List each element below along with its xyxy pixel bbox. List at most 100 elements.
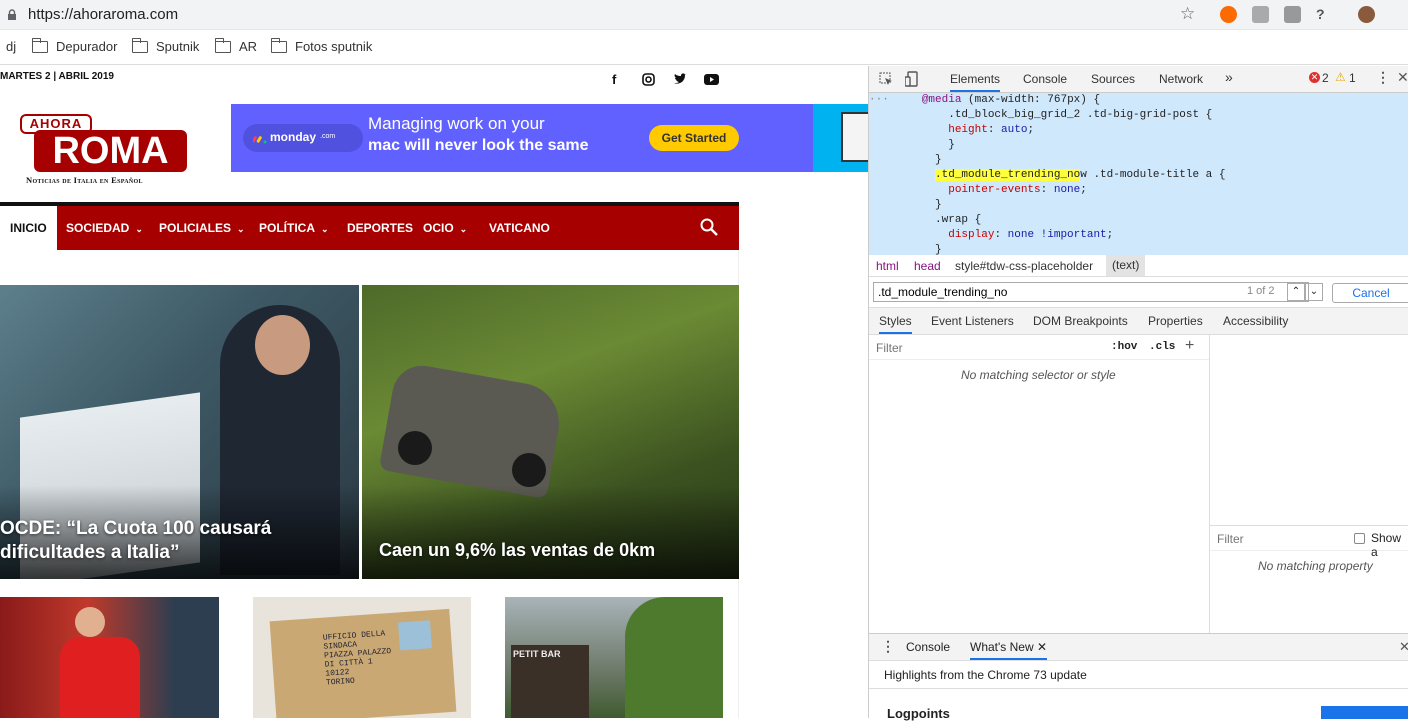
chevron-down-icon: ⌄	[459, 224, 468, 234]
bookmark-label: AR	[239, 39, 258, 54]
show-all-checkbox[interactable]	[1354, 533, 1365, 544]
chevron-down-icon: ⌄	[237, 224, 245, 234]
tab-dom-breakpoints[interactable]: DOM Breakpoints	[1033, 314, 1128, 328]
code-token: }	[935, 244, 942, 255]
nav-label: SOCIEDAD	[66, 221, 130, 235]
thumbnail-ferrari[interactable]	[0, 597, 219, 718]
bookmark-ar[interactable]: AR	[214, 37, 258, 54]
computed-filter-row: Show a	[1210, 525, 1408, 559]
tab-elements[interactable]: Elements	[950, 72, 1001, 92]
chevron-down-icon: ⌄	[321, 224, 329, 234]
tab-console[interactable]: Console	[1023, 72, 1067, 86]
search-icon[interactable]	[700, 218, 718, 236]
bookmark-star-icon[interactable]: ☆	[1180, 4, 1195, 24]
computed-filter-input[interactable]	[1214, 530, 1334, 548]
tab-properties[interactable]: Properties	[1148, 314, 1203, 328]
code-token: (max-width: 767px) {	[968, 94, 1101, 106]
no-property-message: No matching property	[1258, 559, 1373, 573]
featured-title-2: Caen un 9,6% las ventas de 0km	[379, 540, 656, 560]
site-logo[interactable]: AHORA ROMA Noticias de Italia en Español	[20, 114, 195, 188]
nav-item-inicio[interactable]: INICIO	[0, 206, 57, 250]
tree-image	[625, 597, 723, 718]
featured-title-1: OCDE: “La Cuota 100 causará dificultades…	[0, 517, 271, 565]
error-count[interactable]: 2	[1322, 71, 1329, 85]
twitter-icon[interactable]	[673, 73, 687, 85]
package-label: UFFICIO DELLA SINDACA PIAZZA PALAZZO DI …	[323, 629, 394, 687]
tab-event-listeners[interactable]: Event Listeners	[931, 314, 1014, 328]
crumb-text[interactable]: (text)	[1106, 255, 1146, 276]
extension-question-icon[interactable]: ?	[1316, 6, 1333, 23]
find-next-icon[interactable]: ⌄	[1305, 283, 1323, 301]
drawer-tab-console[interactable]: Console	[906, 640, 950, 654]
warning-count[interactable]: 1	[1349, 71, 1356, 85]
nav-item-politica[interactable]: POLÍTICA ⌄	[259, 206, 329, 250]
add-rule-icon[interactable]: +	[1185, 337, 1194, 355]
code-token: none !important	[1007, 229, 1107, 241]
profile-avatar[interactable]	[1358, 6, 1375, 23]
ad-line-2: mac will never look the same	[368, 137, 589, 154]
crumb-style[interactable]: style#tdw-css-placeholder	[955, 259, 1093, 273]
device-toolbar-icon[interactable]	[905, 71, 919, 87]
tab-network[interactable]: Network	[1159, 72, 1203, 86]
bookmark-sputnik[interactable]: Sputnik	[131, 37, 199, 54]
facebook-icon[interactable]: f	[612, 72, 616, 87]
bookmark-dj[interactable]: dj	[6, 39, 16, 54]
close-tab-icon[interactable]: ✕	[1037, 640, 1047, 654]
car-wheel	[398, 431, 432, 465]
tab-label: What's New	[970, 640, 1034, 654]
ad-cta-button[interactable]: Get Started	[649, 125, 739, 151]
advertisement-banner[interactable]: monday .com Managing work on your mac wi…	[231, 104, 868, 172]
code-token: auto	[1001, 124, 1028, 136]
youtube-icon[interactable]	[704, 74, 719, 85]
extension-fire-icon[interactable]	[1220, 6, 1237, 23]
featured-article-ventas[interactable]: Caen un 9,6% las ventas de 0km	[362, 285, 739, 579]
nav-item-deportes[interactable]: DEPORTES	[347, 206, 413, 250]
tab-sources[interactable]: Sources	[1091, 72, 1135, 86]
hov-toggle[interactable]: :hov	[1111, 341, 1137, 353]
find-bar: 1 of 2 ⌃ ⌄ Cancel	[869, 278, 1408, 308]
code-token: }	[935, 199, 942, 211]
inspect-element-icon[interactable]	[879, 72, 893, 86]
featured-article-ocde[interactable]: OCDE: “La Cuota 100 causará dificultades…	[0, 285, 359, 579]
nav-item-policiales[interactable]: POLICIALES ⌄	[159, 206, 245, 250]
folder-icon	[270, 37, 287, 53]
thumbnail-package[interactable]: UFFICIO DELLA SINDACA PIAZZA PALAZZO DI …	[253, 597, 471, 718]
ad-laptop-image	[813, 104, 868, 172]
package-image: UFFICIO DELLA SINDACA PIAZZA PALAZZO DI …	[269, 608, 457, 718]
bookmark-depurador[interactable]: Depurador	[31, 37, 118, 54]
bookmark-fotos-sputnik[interactable]: Fotos sputnik	[270, 37, 372, 54]
find-previous-icon[interactable]: ⌃	[1287, 283, 1305, 301]
nav-item-ocio[interactable]: OCIO ⌄	[423, 206, 467, 250]
url-text[interactable]: https://ahoraroma.com	[28, 6, 178, 23]
cls-toggle[interactable]: .cls	[1149, 341, 1175, 353]
extension-slow-icon[interactable]	[1252, 6, 1269, 23]
kebab-menu-icon[interactable]: ⋮	[1376, 69, 1390, 86]
find-input[interactable]	[873, 282, 1309, 302]
web-page: MARTES 2 | ABRIL 2019 f AHORA ROMA Notic…	[0, 66, 868, 718]
instagram-icon[interactable]	[642, 73, 655, 86]
code-token: w .td-module-title a {	[1080, 169, 1226, 181]
drawer-tab-whats-new[interactable]: What's New ✕	[970, 640, 1048, 660]
thumbnail-street[interactable]: PETIT BAR	[505, 597, 723, 718]
crumb-html[interactable]: html	[876, 259, 899, 273]
monday-logo-icon	[251, 131, 267, 144]
crumb-head[interactable]: head	[914, 259, 941, 273]
driver-face	[75, 607, 105, 637]
tab-styles[interactable]: Styles	[879, 314, 912, 334]
nav-item-sociedad[interactable]: SOCIEDAD ⌄	[66, 206, 143, 250]
nav-item-vaticano[interactable]: VATICANO	[489, 206, 550, 250]
styles-filter-input[interactable]	[871, 339, 1101, 357]
extension-gray-icon[interactable]	[1284, 6, 1301, 23]
code-token: .wrap {	[935, 214, 982, 226]
bookmark-label: Depurador	[56, 39, 118, 54]
more-tabs-icon[interactable]: »	[1225, 69, 1233, 85]
tab-accessibility[interactable]: Accessibility	[1223, 314, 1288, 328]
elements-source[interactable]: ··· @media (max-width: 767px) { .td_bloc…	[869, 93, 1408, 255]
drawer-close-icon[interactable]: ✕	[1399, 639, 1408, 655]
nav-label: OCIO	[423, 221, 454, 235]
drawer-menu-icon[interactable]: ⋮	[881, 638, 895, 655]
whats-new-item[interactable]: Logpoints	[887, 706, 950, 721]
close-icon[interactable]: ✕	[1397, 69, 1408, 86]
code-token: none	[1053, 184, 1081, 196]
cancel-button[interactable]: Cancel	[1332, 283, 1408, 303]
